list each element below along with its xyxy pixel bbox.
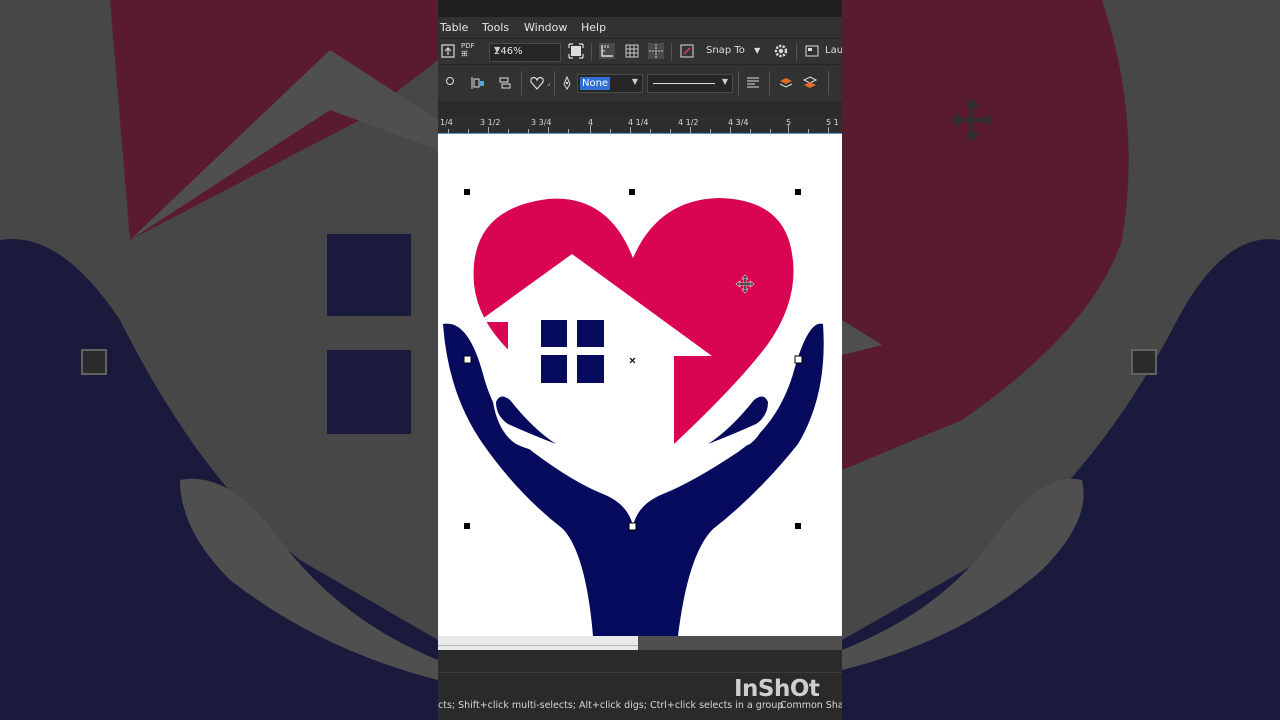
scroll-track[interactable] xyxy=(438,636,638,650)
pdf-icon[interactable]: PDF ⊞ xyxy=(461,42,475,58)
ruler-label: 4 3/4 xyxy=(728,118,749,127)
heart-shape-icon[interactable] xyxy=(529,75,545,91)
blurred-background-left xyxy=(0,0,438,720)
snap-to-dropdown[interactable]: Snap To ▼ xyxy=(706,45,760,56)
options-gear-icon[interactable] xyxy=(773,43,789,59)
line-style-preview xyxy=(653,83,715,84)
line-style-select[interactable]: ▼ xyxy=(647,74,733,93)
separator xyxy=(671,43,672,61)
chevron-down-icon: ▼ xyxy=(754,46,761,55)
chevron-down-icon: ▼ xyxy=(494,45,501,54)
blurred-background-right xyxy=(842,0,1280,720)
drawing-canvas[interactable] xyxy=(438,134,842,636)
menu-window[interactable]: Window xyxy=(524,21,567,34)
ruler-label: 4 1/4 xyxy=(628,118,649,127)
snap-icon[interactable] xyxy=(679,43,695,59)
separator xyxy=(796,43,797,61)
to-back-icon[interactable] xyxy=(802,75,818,91)
show-guidelines-icon[interactable] xyxy=(648,43,664,59)
text-wrap-icon[interactable] xyxy=(745,75,761,91)
menu-table[interactable]: Table xyxy=(440,21,468,34)
separator xyxy=(554,71,555,95)
menu-bar: Table Tools Window Help xyxy=(438,17,842,38)
zoom-level-select[interactable]: 246% ▼ xyxy=(489,43,561,62)
menu-tools[interactable]: Tools xyxy=(482,21,509,34)
align-icon[interactable] xyxy=(470,75,486,91)
small-chevron-icon: ⌟ xyxy=(547,79,551,87)
to-front-icon[interactable] xyxy=(778,75,794,91)
horizontal-scrollbar[interactable] xyxy=(438,636,842,650)
launch-icon[interactable] xyxy=(804,43,820,59)
separator xyxy=(769,71,770,95)
ruler-label: 4 1/2 xyxy=(678,118,699,127)
launch-label[interactable]: Lau xyxy=(825,45,842,56)
inshot-watermark: InShOt xyxy=(734,676,820,702)
house-heart-hands-logo[interactable] xyxy=(438,134,842,636)
property-bar: ⌟ None ▼ ▼ xyxy=(438,64,842,102)
horizontal-ruler[interactable]: 1/4 3 1/2 3 3/4 4 4 1/4 4 1/2 4 3/4 5 5 … xyxy=(438,117,842,134)
snap-to-label: Snap To xyxy=(706,45,745,56)
separator xyxy=(738,71,739,95)
outline-width-value: None xyxy=(580,77,611,90)
corel-app-window: Table Tools Window Help PDF ⊞ 246% ▼ Sna… xyxy=(438,0,842,720)
outline-width-select[interactable]: None ▼ xyxy=(577,74,643,93)
full-screen-icon[interactable] xyxy=(568,43,584,59)
status-hint: cts; Shift+click multi-selects; Alt+clic… xyxy=(438,700,784,711)
show-grid-icon[interactable] xyxy=(624,43,640,59)
standard-toolbar: PDF ⊞ 246% ▼ Snap To ▼ Lau xyxy=(438,38,842,65)
menu-help[interactable]: Help xyxy=(581,21,606,34)
separator xyxy=(828,71,829,95)
ruler-label: 5 1 xyxy=(826,118,839,127)
toolbar-gap xyxy=(438,101,842,117)
ruler-label: 3 1/2 xyxy=(480,118,501,127)
ruler-label: 1/4 xyxy=(440,118,453,127)
show-rulers-icon[interactable] xyxy=(599,43,615,59)
title-strip xyxy=(438,0,842,17)
separator xyxy=(521,71,522,95)
pen-outline-icon[interactable] xyxy=(559,75,575,91)
chevron-down-icon: ▼ xyxy=(721,77,728,86)
arrange-icon[interactable] xyxy=(496,75,512,91)
import-icon[interactable] xyxy=(440,43,456,59)
document-tabs-area xyxy=(438,650,842,672)
ruler-label: 3 3/4 xyxy=(531,118,552,127)
scroll-track-line xyxy=(438,645,638,646)
node-icon[interactable] xyxy=(442,73,458,89)
separator xyxy=(591,43,592,61)
chevron-down-icon: ▼ xyxy=(631,77,638,86)
